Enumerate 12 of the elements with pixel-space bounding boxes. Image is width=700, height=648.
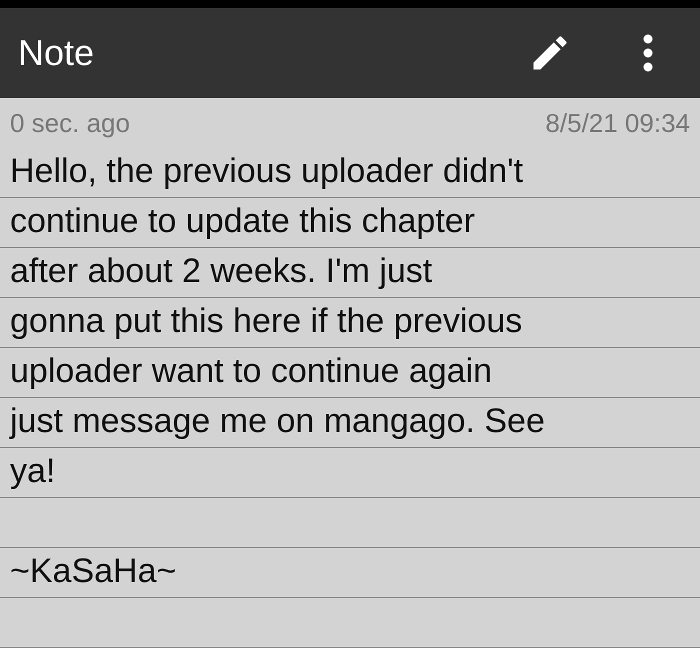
more-options-icon[interactable] [642,34,654,72]
note-line: after about 2 weeks. I'm just [10,251,432,291]
signature: ~KaSaHa~ [10,551,176,591]
note-line: just message me on mangago. See [10,401,545,441]
app-title: Note [18,32,96,74]
note-line: uploader want to continue again [10,351,492,391]
note-date: 8/5/21 09:34 [545,107,690,140]
note-line: continue to update this chapter [10,201,475,241]
note-line: Hello, the previous uploader didn't [10,151,524,191]
edited-time: 0 sec. ago [10,107,130,140]
note-line: ya! [10,451,56,491]
note-line: gonna put this here if the previous [10,301,522,341]
